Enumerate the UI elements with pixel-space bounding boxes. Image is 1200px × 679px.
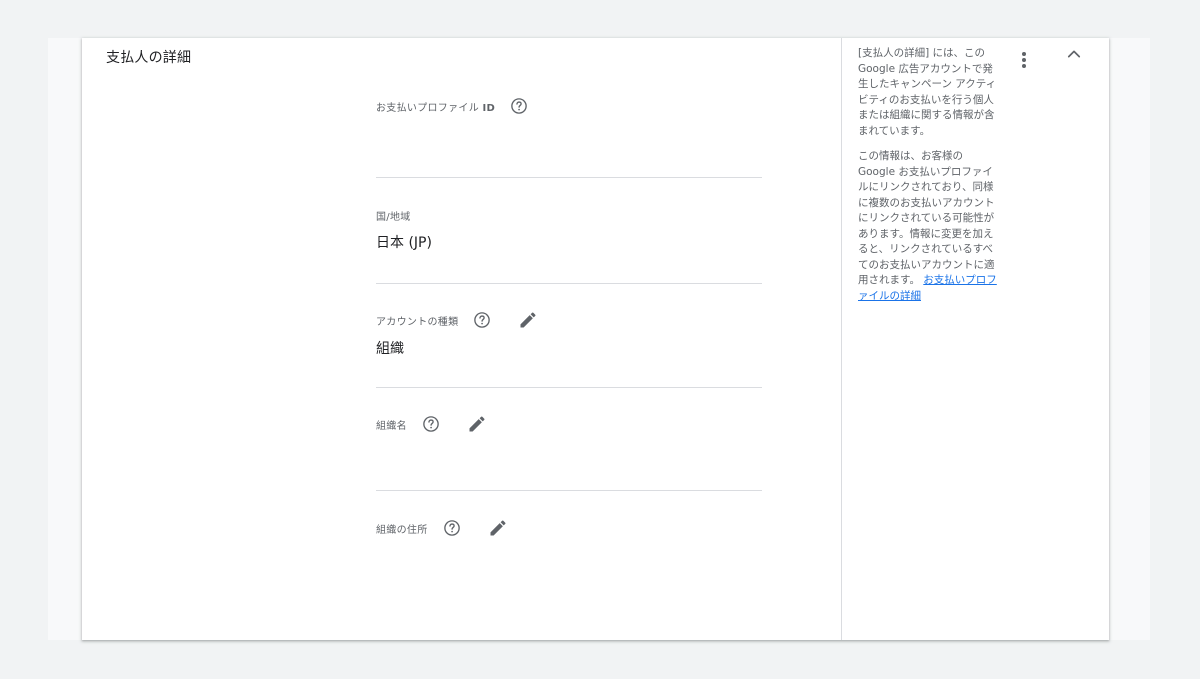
country-field: 国/地域 日本 (JP) (376, 204, 762, 252)
help-circle-icon[interactable] (472, 310, 492, 330)
more-vert-icon[interactable] (1014, 48, 1034, 72)
organization-address-label: 組織の住所 (376, 524, 428, 536)
organization-name-field: 組織名 (376, 412, 762, 436)
help-panel: [支払人の詳細] には、この Google 広告アカウントで発生したキャンペーン… (858, 46, 1000, 314)
payer-details-card: 支払人の詳細 お支払いプロファイル ID 国/地域 日本 (JP) アカウントの… (82, 38, 1109, 640)
edit-account-type-pencil-icon[interactable] (516, 308, 540, 332)
divider (376, 387, 762, 388)
side-panel-divider (841, 38, 842, 640)
help-paragraph-1: [支払人の詳細] には、この Google 広告アカウントで発生したキャンペーン… (858, 47, 997, 137)
help-circle-icon[interactable] (509, 96, 529, 116)
chevron-up-icon[interactable] (1062, 42, 1086, 66)
account-type-value: 組織 (376, 341, 404, 357)
help-paragraph-2: この情報は、お客様の Google お支払いプロファイルにリンクされており、同様… (858, 150, 997, 302)
organization-name-label: 組織名 (376, 420, 407, 432)
edit-organization-name-pencil-icon[interactable] (465, 412, 489, 436)
divider (376, 283, 762, 284)
payment-profile-id-label: お支払いプロファイル ID (376, 102, 496, 114)
section-title: 支払人の詳細 (106, 50, 192, 66)
payment-profile-id-field: お支払いプロファイル ID (376, 94, 762, 118)
divider (376, 177, 762, 178)
edit-organization-address-pencil-icon[interactable] (486, 516, 510, 540)
country-label: 国/地域 (376, 211, 411, 223)
country-value: 日本 (JP) (376, 235, 432, 251)
help-circle-icon[interactable] (421, 414, 441, 434)
account-type-label: アカウントの種類 (376, 316, 459, 328)
account-type-field: アカウントの種類 組織 (376, 308, 762, 358)
organization-address-field: 組織の住所 (376, 516, 762, 540)
help-circle-icon[interactable] (442, 518, 462, 538)
divider (376, 490, 762, 491)
